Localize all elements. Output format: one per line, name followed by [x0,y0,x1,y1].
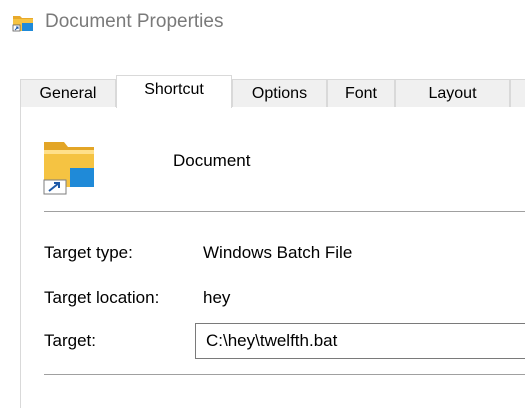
target-label: Target: [44,331,96,350]
target-type-value: Windows Batch File [203,243,353,262]
tab-strip: General Shortcut Options Font Layout [20,75,525,108]
shortcut-name: Document [173,151,251,170]
tab-options[interactable]: Options [232,79,327,107]
title-bar: Document Properties [0,0,525,46]
properties-window: Document Properties General Shortcut Opt… [0,0,525,408]
target-location-label: Target location: [44,288,160,307]
target-type-label: Target type: [44,243,133,262]
folder-shortcut-icon [30,138,104,196]
divider [44,211,525,212]
divider [44,374,525,375]
target-input[interactable] [195,323,525,359]
folder-shortcut-icon [12,14,34,32]
tab-font[interactable]: Font [327,79,395,107]
tab-layout[interactable]: Layout [395,79,510,107]
tab-general[interactable]: General [20,79,116,107]
tab-shortcut[interactable]: Shortcut [116,75,232,108]
window-title: Document Properties [45,11,224,32]
target-location-value: hey [203,288,231,307]
tab-overflow[interactable] [510,79,525,107]
